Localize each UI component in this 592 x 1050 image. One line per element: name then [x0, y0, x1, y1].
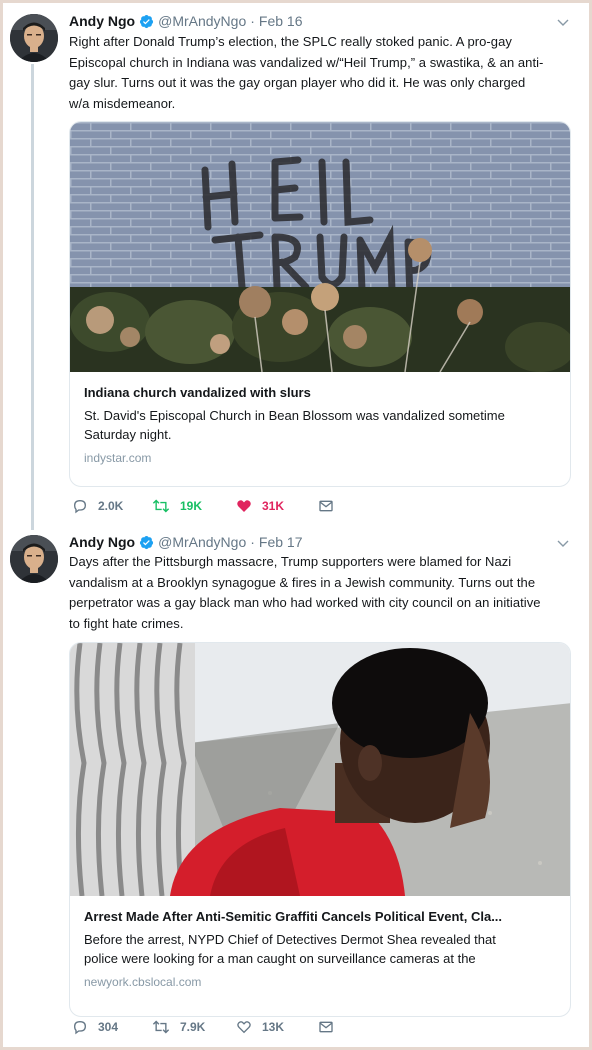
- retweet-button[interactable]: 7.9K: [152, 1019, 236, 1035]
- card-description-line: Before the arrest, NYPD Chief of Detecti…: [84, 932, 496, 947]
- verified-badge-icon: [139, 535, 154, 550]
- card-body: Arrest Made After Anti-Semitic Graffiti …: [70, 896, 570, 991]
- heart-icon: [236, 498, 252, 514]
- tweet-actions: 2.0K 19K 31K: [72, 496, 338, 516]
- chevron-down-icon[interactable]: [556, 15, 570, 29]
- reply-icon: [72, 1019, 88, 1035]
- tweet-date[interactable]: Feb 17: [259, 534, 303, 550]
- tweet-text-line: vandalism at a Brooklyn synagogue & fire…: [69, 574, 536, 590]
- tweet-text: Right after Donald Trump’s election, the…: [69, 32, 569, 114]
- tweet-text-line: to fight hate crimes.: [69, 615, 184, 631]
- tweet-text-line: w/a misdemeanor.: [69, 95, 176, 111]
- retweet-count: 7.9K: [180, 1020, 206, 1034]
- direct-message-button[interactable]: [318, 498, 338, 514]
- author-name[interactable]: Andy Ngo: [69, 13, 135, 29]
- link-card[interactable]: Arrest Made After Anti-Semitic Graffiti …: [69, 642, 571, 1017]
- card-description: St. David's Episcopal Church in Bean Blo…: [84, 406, 556, 444]
- card-body: Indiana church vandalized with slurs St.…: [70, 372, 570, 467]
- envelope-icon: [318, 498, 334, 514]
- tweet-header: Andy Ngo @MrAndyNgo · Feb 17: [69, 532, 303, 552]
- tweet-text-line: Days after the Pittsburgh massacre, Trum…: [69, 554, 512, 569]
- like-count: 13K: [262, 1020, 285, 1034]
- card-description-line: Saturday night.: [84, 427, 172, 442]
- avatar[interactable]: [10, 535, 58, 583]
- tweet-text-line: Right after Donald Trump’s election, the…: [69, 34, 512, 49]
- tweet-text-line: Episcopal church in Indiana was vandaliz…: [69, 54, 544, 70]
- tweet-text-line: perpetrator was a gay black man who had …: [69, 595, 541, 610]
- reply-count: 2.0K: [98, 499, 124, 513]
- card-description-line: police were looking for a man caught on …: [84, 951, 476, 966]
- avatar[interactable]: [10, 14, 58, 62]
- tweet-text: Days after the Pittsburgh massacre, Trum…: [69, 552, 569, 634]
- card-title[interactable]: Indiana church vandalized with slurs: [84, 384, 556, 402]
- reply-count: 304: [98, 1020, 119, 1034]
- card-image-church-graffiti: [70, 122, 570, 372]
- author-handle[interactable]: @MrAndyNgo: [158, 534, 246, 550]
- card-title[interactable]: Arrest Made After Anti-Semitic Graffiti …: [84, 908, 556, 926]
- tweet-text-line: gay slur. Turns out it was the gay organ…: [69, 75, 526, 90]
- card-domain: newyork.cbslocal.com: [84, 975, 202, 989]
- author-name[interactable]: Andy Ngo: [69, 534, 135, 550]
- like-button[interactable]: 13K: [236, 1019, 318, 1035]
- tweet[interactable]: Andy Ngo @MrAndyNgo · Feb 16 Right after…: [0, 0, 592, 525]
- card-domain: indystar.com: [84, 451, 152, 465]
- retweet-button[interactable]: 19K: [152, 498, 236, 514]
- card-description-line: St. David's Episcopal Church in Bean Blo…: [84, 408, 505, 423]
- like-count: 31K: [262, 499, 285, 513]
- heart-outline-icon: [236, 1019, 252, 1035]
- direct-message-button[interactable]: [318, 1019, 338, 1035]
- tweet[interactable]: Andy Ngo @MrAndyNgo · Feb 17 Days after …: [0, 525, 592, 1045]
- retweet-icon: [152, 498, 170, 514]
- separator-dot: ·: [250, 534, 255, 550]
- retweet-icon: [152, 1019, 170, 1035]
- chevron-down-icon[interactable]: [556, 536, 570, 550]
- author-handle[interactable]: @MrAndyNgo: [158, 13, 246, 29]
- envelope-icon: [318, 1019, 334, 1035]
- tweet-date[interactable]: Feb 16: [259, 13, 303, 29]
- like-button[interactable]: 31K: [236, 498, 318, 514]
- card-description: Before the arrest, NYPD Chief of Detecti…: [84, 930, 556, 968]
- link-card[interactable]: Indiana church vandalized with slurs St.…: [69, 121, 571, 487]
- card-image-surveillance-photo: [70, 643, 570, 896]
- reply-button[interactable]: 2.0K: [72, 498, 152, 514]
- tweet-header: Andy Ngo @MrAndyNgo · Feb 16: [69, 11, 303, 31]
- reply-icon: [72, 498, 88, 514]
- separator-dot: ·: [250, 13, 255, 29]
- reply-button[interactable]: 304: [72, 1019, 152, 1035]
- tweet-actions: 304 7.9K 13K: [72, 1017, 338, 1037]
- retweet-count: 19K: [180, 499, 203, 513]
- verified-badge-icon: [139, 14, 154, 29]
